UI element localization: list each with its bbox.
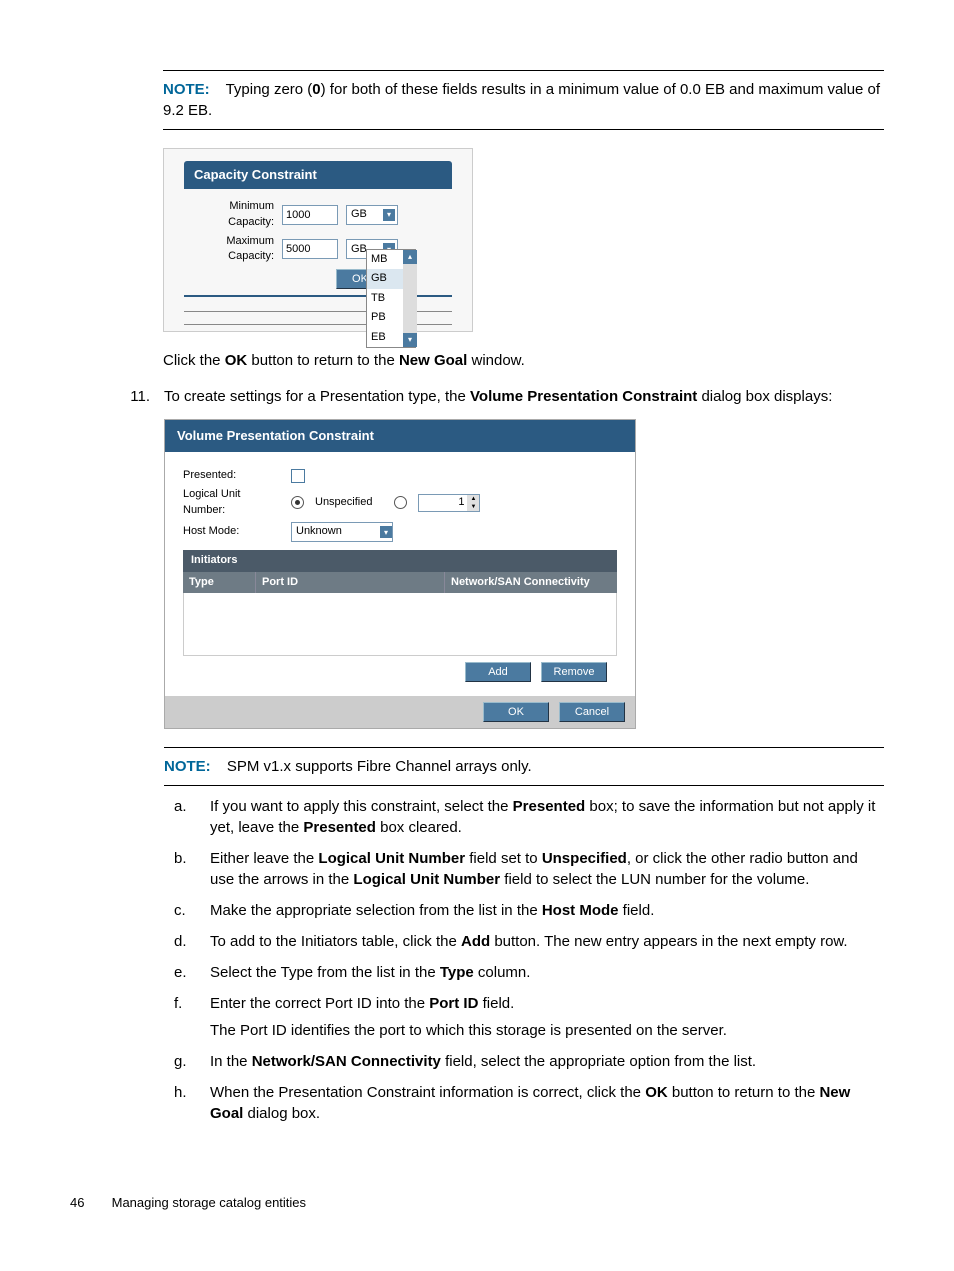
- note-label: NOTE:: [163, 81, 210, 98]
- presented-label: Presented:: [183, 468, 283, 483]
- substep-e: e. Select the Type from the list in the …: [164, 962, 884, 983]
- dialog-title: Capacity Constraint: [184, 161, 452, 189]
- initiators-header: Initiators: [183, 550, 617, 571]
- substep-a: a. If you want to apply this constraint,…: [164, 796, 884, 838]
- min-capacity-label: Minimum Capacity:: [184, 199, 274, 230]
- add-button[interactable]: Add: [465, 662, 531, 682]
- presented-checkbox[interactable]: [291, 469, 305, 483]
- lun-spinner[interactable]: 1 ▲▼: [418, 494, 480, 512]
- paragraph-click-ok: Click the OK button to return to the New…: [163, 350, 884, 371]
- substep-g: g. In the Network/SAN Connectivity field…: [164, 1051, 884, 1072]
- chevron-down-icon: ▾: [383, 209, 395, 221]
- spinner-down-icon[interactable]: ▼: [467, 503, 479, 511]
- cancel-button[interactable]: Cancel: [559, 702, 625, 722]
- chevron-down-icon: ▾: [380, 526, 392, 538]
- min-capacity-input[interactable]: [282, 205, 338, 225]
- substep-c: c. Make the appropriate selection from t…: [164, 900, 884, 921]
- initiators-table-body: [183, 593, 617, 656]
- col-portid: Port ID: [256, 572, 445, 593]
- unit-dropdown-list[interactable]: MB GB TB PB EB ▴ ▾: [366, 249, 416, 348]
- figure-volume-presentation-constraint: Volume Presentation Constraint Presented…: [164, 419, 636, 729]
- initiators-table-header: Type Port ID Network/SAN Connectivity: [183, 572, 617, 593]
- hostmode-label: Host Mode:: [183, 524, 283, 539]
- hostmode-select[interactable]: Unknown ▾: [291, 522, 393, 542]
- substep-b: b. Either leave the Logical Unit Number …: [164, 848, 884, 890]
- min-capacity-unit[interactable]: GB ▾: [346, 205, 398, 225]
- note-text: SPM v1.x supports Fibre Channel arrays o…: [227, 758, 532, 775]
- note-label: NOTE:: [164, 758, 211, 775]
- remove-button[interactable]: Remove: [541, 662, 607, 682]
- scrollbar[interactable]: ▴ ▾: [403, 250, 417, 347]
- step-11: 11. To create settings for a Presentatio…: [114, 386, 884, 1134]
- lun-radio-value[interactable]: [394, 496, 407, 509]
- page-number: 46: [70, 1194, 108, 1212]
- dialog-title: Volume Presentation Constraint: [165, 420, 635, 452]
- col-type: Type: [183, 572, 256, 593]
- scroll-up-icon[interactable]: ▴: [403, 250, 417, 264]
- substep-f: f. Enter the correct Port ID into the Po…: [164, 993, 884, 1041]
- page-footer: 46 Managing storage catalog entities: [70, 1194, 884, 1212]
- lun-radio-unspecified[interactable]: [291, 496, 304, 509]
- max-capacity-label: Maximum Capacity:: [184, 234, 274, 265]
- lun-unspecified-label: Unspecified: [315, 495, 372, 510]
- footer-title: Managing storage catalog entities: [112, 1195, 306, 1210]
- note-text: Typing zero (0) for both of these fields…: [163, 81, 880, 119]
- col-connectivity: Network/SAN Connectivity: [445, 572, 617, 593]
- figure-capacity-constraint: Capacity Constraint Minimum Capacity: GB…: [163, 148, 473, 332]
- scroll-down-icon[interactable]: ▾: [403, 333, 417, 347]
- substep-d: d. To add to the Initiators table, click…: [164, 931, 884, 952]
- max-capacity-input[interactable]: [282, 239, 338, 259]
- ok-button[interactable]: OK: [483, 702, 549, 722]
- lun-label: Logical Unit Number:: [183, 487, 283, 518]
- note-1: NOTE: Typing zero (0) for both of these …: [163, 70, 884, 130]
- substep-h: h. When the Presentation Constraint info…: [164, 1082, 884, 1124]
- spinner-up-icon[interactable]: ▲: [467, 495, 479, 503]
